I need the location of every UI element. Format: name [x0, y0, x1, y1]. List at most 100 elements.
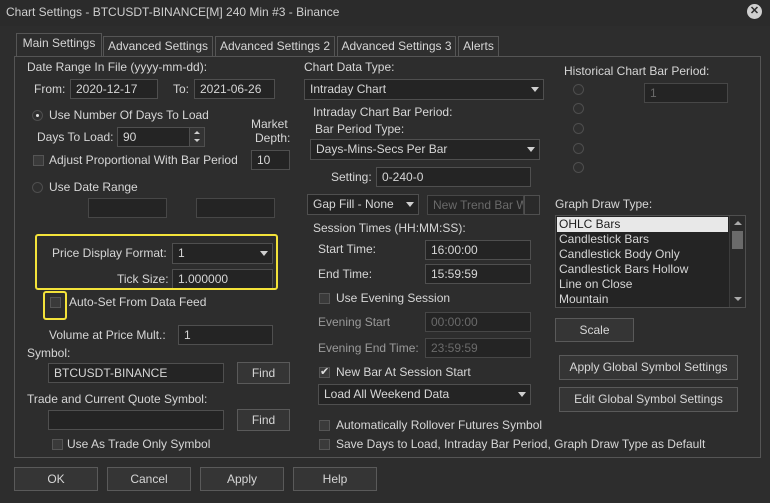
gap-fill-select[interactable]: Gap Fill - None — [307, 194, 419, 215]
volume-at-price-label: Volume at Price Mult.: — [49, 328, 166, 342]
hist-period-radio-3[interactable] — [573, 123, 584, 134]
trade-symbol-field[interactable] — [48, 410, 224, 430]
trade-only-label: Use As Trade Only Symbol — [67, 437, 211, 451]
tab-label: Advanced Settings 3 — [341, 39, 452, 53]
from-date-field[interactable]: 2020-12-17 — [70, 79, 158, 99]
tab-advanced-settings-2[interactable]: Advanced Settings 2 — [215, 36, 335, 56]
bar-period-type-value: Days-Mins-Secs Per Bar — [316, 142, 448, 156]
use-days-radio[interactable] — [32, 110, 43, 121]
list-item[interactable]: Candlestick Bars — [557, 232, 728, 247]
list-item[interactable]: Line on Close — [557, 277, 728, 292]
scroll-down-icon[interactable] — [734, 297, 742, 301]
market-depth-label: Market — [251, 117, 288, 131]
scroll-up-icon[interactable] — [734, 221, 742, 225]
intraday-period-label: Intraday Chart Bar Period: — [313, 105, 453, 119]
bar-period-type-select[interactable]: Days-Mins-Secs Per Bar — [310, 139, 540, 160]
chart-type-value: Intraday Chart — [310, 82, 387, 96]
date-range-label: Date Range In File (yyyy-mm-dd): — [27, 60, 208, 74]
scale-button[interactable]: Scale — [555, 318, 634, 342]
use-date-range-label: Use Date Range — [49, 180, 138, 194]
setting-field[interactable]: 0-240-0 — [376, 167, 531, 187]
use-days-label: Use Number Of Days To Load — [49, 108, 209, 122]
close-icon[interactable]: ✕ — [747, 4, 762, 19]
new-trend-bar-button[interactable] — [524, 195, 540, 215]
chart-data-type-label: Chart Data Type: — [304, 60, 395, 74]
weekend-data-select[interactable]: Load All Weekend Data — [318, 384, 531, 405]
list-item[interactable]: Mountain — [557, 292, 728, 307]
find-trade-symbol-button[interactable]: Find — [237, 409, 290, 431]
use-date-range-radio[interactable] — [32, 182, 43, 193]
end-time-field[interactable]: 15:59:59 — [425, 264, 531, 284]
list-item[interactable]: Candlestick Body Only — [557, 247, 728, 262]
chevron-down-icon[interactable] — [527, 80, 543, 99]
ok-button[interactable]: OK — [14, 467, 98, 491]
start-time-label: Start Time: — [318, 242, 377, 256]
hist-period-radio-1[interactable] — [573, 84, 584, 95]
graph-draw-type-label: Graph Draw Type: — [555, 197, 653, 211]
cancel-button[interactable]: Cancel — [107, 467, 191, 491]
tab-label: Alerts — [463, 39, 494, 53]
date-range-start-field[interactable] — [88, 198, 167, 218]
evening-end-field[interactable]: 23:59:59 — [425, 338, 531, 358]
adjust-proportional-label: Adjust Proportional With Bar Period — [49, 153, 238, 167]
adjust-proportional-checkbox[interactable] — [33, 155, 44, 166]
from-label: From: — [34, 82, 66, 96]
days-to-load-label: Days To Load: — [37, 130, 114, 144]
historical-period-field[interactable]: 1 — [644, 83, 728, 103]
find-symbol-button[interactable]: Find — [237, 362, 290, 384]
spin-up-icon[interactable] — [194, 131, 200, 134]
list-item[interactable]: OHLC Bars — [557, 217, 728, 232]
rollover-checkbox[interactable] — [319, 420, 330, 431]
trade-only-checkbox[interactable] — [52, 439, 63, 450]
historical-period-label: Historical Chart Bar Period: — [564, 64, 710, 78]
tab-main-settings[interactable]: Main Settings — [16, 33, 102, 57]
symbol-label: Symbol: — [27, 346, 71, 360]
help-button[interactable]: Help — [293, 467, 377, 491]
tab-advanced-settings[interactable]: Advanced Settings — [103, 36, 213, 56]
hist-period-radio-4[interactable] — [573, 143, 584, 154]
trade-symbol-label: Trade and Current Quote Symbol: — [27, 392, 208, 406]
evening-start-field[interactable]: 00:00:00 — [425, 312, 531, 332]
chart-data-type-select[interactable]: Intraday Chart — [304, 79, 544, 100]
evening-session-checkbox[interactable] — [319, 293, 330, 304]
chevron-down-icon[interactable] — [402, 195, 418, 214]
market-depth-field[interactable]: 10 — [251, 150, 290, 170]
market-depth-label-2: Depth: — [255, 131, 291, 145]
auto-set-label: Auto-Set From Data Feed — [69, 295, 207, 309]
hist-period-radio-2[interactable] — [573, 103, 584, 114]
hist-period-radio-5[interactable] — [573, 162, 584, 173]
date-range-end-field[interactable] — [196, 198, 275, 218]
to-label: To: — [173, 82, 190, 96]
title-bar: Chart Settings - BTCUSDT-BINANCE[M] 240 … — [0, 0, 770, 26]
tab-advanced-settings-3[interactable]: Advanced Settings 3 — [337, 36, 456, 56]
apply-global-settings-button[interactable]: Apply Global Symbol Settings — [559, 355, 738, 380]
price-format-highlight — [35, 234, 278, 290]
apply-button[interactable]: Apply — [200, 467, 284, 491]
symbol-field[interactable]: BTCUSDT-BINANCE — [48, 363, 224, 383]
save-defaults-label: Save Days to Load, Intraday Bar Period, … — [336, 437, 706, 451]
tab-label: Advanced Settings 2 — [219, 39, 331, 53]
evening-end-label: Evening End Time: — [318, 341, 419, 355]
evening-session-label: Use Evening Session — [336, 291, 451, 305]
auto-set-highlight — [43, 291, 67, 320]
chevron-down-icon[interactable] — [514, 385, 530, 404]
to-date-field[interactable]: 2021-06-26 — [194, 79, 275, 99]
save-defaults-checkbox[interactable] — [319, 439, 330, 450]
start-time-field[interactable]: 16:00:00 — [425, 240, 531, 260]
volume-at-price-field[interactable]: 1 — [178, 325, 273, 345]
days-spinner[interactable] — [189, 128, 204, 146]
tab-alerts[interactable]: Alerts — [458, 36, 499, 56]
scroll-thumb[interactable] — [732, 231, 743, 249]
list-item[interactable]: Candlestick Bars Hollow — [557, 262, 728, 277]
end-time-label: End Time: — [318, 267, 373, 281]
graph-draw-type-list[interactable]: OHLC Bars Candlestick Bars Candlestick B… — [555, 215, 746, 308]
edit-global-settings-button[interactable]: Edit Global Symbol Settings — [559, 387, 738, 412]
spin-down-icon[interactable] — [194, 139, 200, 142]
list-scrollbar[interactable] — [729, 216, 745, 307]
chevron-down-icon[interactable] — [523, 140, 539, 159]
gap-fill-value: Gap Fill - None — [313, 197, 394, 211]
new-bar-session-checkbox[interactable] — [319, 365, 330, 378]
new-trend-bar-field[interactable]: New Trend Bar W — [427, 195, 524, 215]
weekend-data-value: Load All Weekend Data — [324, 387, 450, 401]
setting-label: Setting: — [331, 170, 372, 184]
